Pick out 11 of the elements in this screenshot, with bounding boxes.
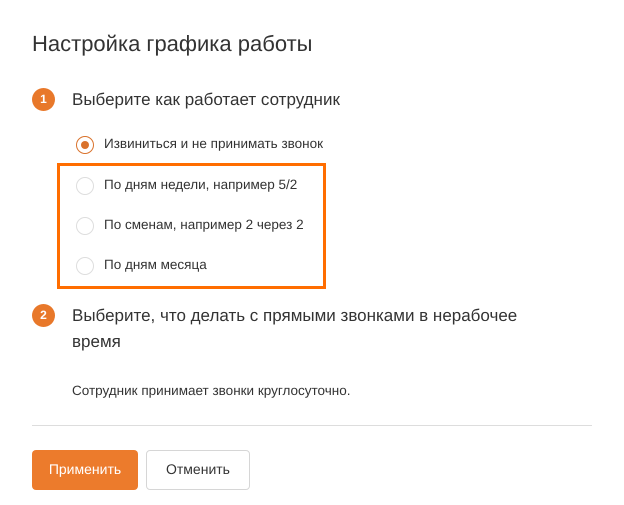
radio-option[interactable]: По дням месяца [60,246,213,286]
step-number-badge: 1 [32,88,55,111]
radio-option[interactable]: По сменам, например 2 через 2 [60,206,310,246]
radio-option[interactable]: Извиниться и не принимать звонок [57,124,330,165]
step-heading: Выберите, что делать с прямыми звонками в нерабочее время [72,304,518,353]
step-number-badge: 2 [32,304,55,327]
cancel-button[interactable]: Отменить [146,450,250,490]
page-title: Настройка графика работы [32,30,314,58]
description-text: Сотрудник принимает звонки круглосуточно. [72,382,352,400]
step-heading: Выберите как работает сотрудник [72,88,340,111]
radio-option[interactable]: По дням недели, например 5/2 [60,166,304,206]
